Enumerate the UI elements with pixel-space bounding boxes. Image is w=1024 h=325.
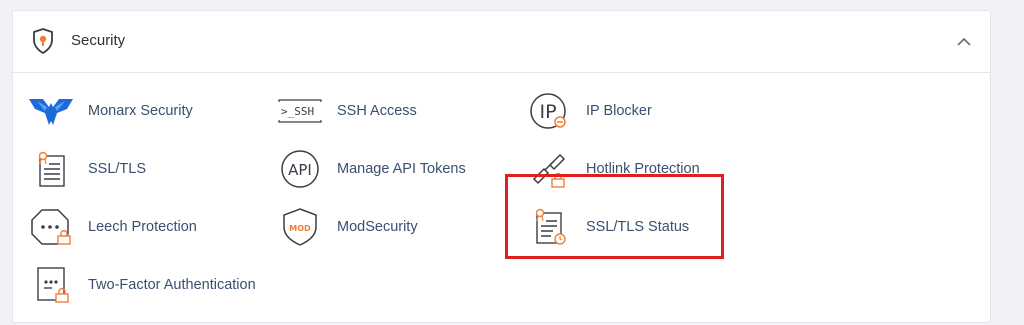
ip-blocker-icon: IP bbox=[525, 91, 573, 131]
chevron-up-icon[interactable] bbox=[956, 35, 972, 49]
monarx-security-link[interactable]: Monarx Security bbox=[27, 91, 193, 131]
item-label: SSL/TLS bbox=[88, 161, 147, 177]
item-label: Hotlink Protection bbox=[586, 161, 700, 177]
item-label: SSH Access bbox=[337, 103, 417, 119]
two-factor-lock-icon bbox=[27, 265, 75, 305]
leech-protection-link[interactable]: Leech Protection bbox=[27, 207, 197, 247]
certificate-status-icon bbox=[525, 207, 573, 247]
ip-icon-text: IP bbox=[539, 101, 556, 123]
ip-blocker-link[interactable]: IP IP Blocker bbox=[525, 91, 652, 131]
hotlink-protection-link[interactable]: Hotlink Protection bbox=[525, 149, 700, 189]
item-label: Monarx Security bbox=[88, 103, 193, 119]
ssl-tls-link[interactable]: SSL/TLS bbox=[27, 149, 146, 189]
item-label: Two-Factor Authentication bbox=[88, 277, 256, 293]
mod-icon-text: MOD bbox=[289, 224, 311, 233]
modsecurity-shield-icon: MOD bbox=[276, 207, 324, 247]
ssh-icon-text: >_SSH bbox=[281, 105, 314, 118]
panel-header[interactable]: Security bbox=[13, 11, 990, 73]
ssh-terminal-icon: >_SSH bbox=[276, 91, 324, 131]
item-label: SSL/TLS Status bbox=[586, 219, 690, 235]
item-label: ModSecurity bbox=[337, 219, 418, 235]
two-factor-authentication-link[interactable]: Two-Factor Authentication bbox=[27, 265, 256, 305]
item-label: Manage API Tokens bbox=[337, 161, 466, 177]
item-label: IP Blocker bbox=[586, 103, 652, 119]
api-icon-text: API bbox=[288, 161, 312, 179]
manage-api-tokens-link[interactable]: API Manage API Tokens bbox=[276, 149, 466, 189]
monarx-butterfly-icon bbox=[27, 91, 75, 131]
leech-octagon-lock-icon bbox=[27, 207, 75, 247]
ssl-tls-status-link[interactable]: SSL/TLS Status bbox=[525, 207, 689, 247]
security-shield-icon bbox=[32, 28, 54, 55]
item-label: Leech Protection bbox=[88, 219, 197, 235]
api-icon: API bbox=[276, 149, 324, 189]
ssh-access-link[interactable]: >_SSH SSH Access bbox=[276, 91, 417, 131]
security-panel: Security Monarx Security >_SSH SSH Acces… bbox=[12, 10, 991, 323]
panel-title: Security bbox=[71, 32, 126, 49]
modsecurity-link[interactable]: MOD ModSecurity bbox=[276, 207, 418, 247]
certificate-icon bbox=[27, 149, 75, 189]
hotlink-chain-lock-icon bbox=[525, 149, 573, 189]
